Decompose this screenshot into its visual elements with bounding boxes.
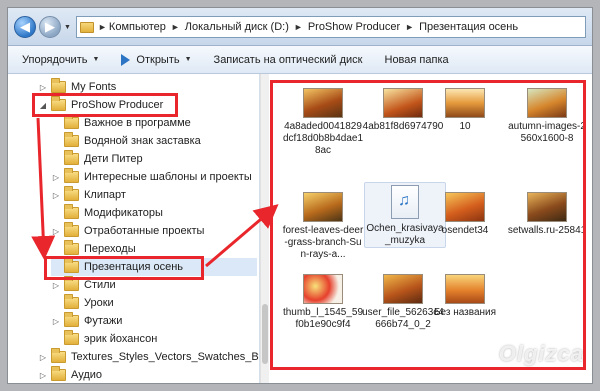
- folder-icon: [64, 168, 79, 183]
- new-folder-label: Новая папка: [384, 53, 449, 66]
- tree-item-label: Интересные шаблоны и проекты: [84, 171, 252, 183]
- breadcrumb-presentation[interactable]: Презентация осень: [419, 21, 518, 33]
- tree-item-label: Дети Питер: [84, 153, 143, 165]
- folder-icon: [64, 312, 79, 327]
- folder-icon: [64, 114, 79, 129]
- expand-icon[interactable]: ▷: [51, 281, 61, 290]
- tree-item-label: My Fonts: [71, 81, 117, 93]
- folder-icon: [64, 150, 79, 165]
- explorer-window: ◀ ▶ ▼ ► Компьютер ► Локальный диск (D:) …: [7, 7, 593, 384]
- tree-item-label: эрик йохансон: [84, 333, 158, 345]
- address-bar: ◀ ▶ ▼ ► Компьютер ► Локальный диск (D:) …: [8, 8, 592, 46]
- chevron-right-icon[interactable]: ►: [405, 22, 414, 32]
- expand-icon[interactable]: ▷: [51, 227, 61, 236]
- burn-label: Записать на оптический диск: [213, 53, 363, 66]
- folder-icon: [80, 21, 94, 33]
- tree-item-label: Стили: [84, 279, 116, 291]
- back-button[interactable]: ◀: [14, 16, 36, 38]
- tree-item-otrabotannye[interactable]: ▷ Отработанные проекты: [51, 222, 204, 240]
- chevron-right-icon[interactable]: ►: [98, 22, 107, 32]
- breadcrumb-proshow[interactable]: ProShow Producer: [308, 21, 400, 33]
- expand-icon[interactable]: ▷: [38, 83, 48, 92]
- tree-item-label: Уроки: [84, 297, 114, 309]
- folder-icon: [64, 294, 79, 309]
- expand-icon[interactable]: ▷: [51, 317, 61, 326]
- tree-item-futazhi[interactable]: ▷ Футажи: [51, 312, 122, 330]
- tree-item-textures[interactable]: ▷ Textures_Styles_Vectors_Swatches_By_Im: [38, 348, 259, 366]
- tree-item-label: Водяной знак заставка: [84, 135, 201, 147]
- chevron-right-icon[interactable]: ►: [171, 22, 180, 32]
- tree-item-uroki[interactable]: Уроки: [51, 294, 114, 312]
- tree-item-erik-yokhanson[interactable]: эрик йохансон: [51, 330, 157, 348]
- tree-item-modifikatory[interactable]: Модификаторы: [51, 204, 163, 222]
- command-bar: Упорядочить ▼ Открыть ▼ Записать на опти…: [8, 46, 592, 74]
- tree-item-label: Аудио: [71, 369, 103, 381]
- expand-icon[interactable]: ▷: [38, 371, 48, 380]
- organize-button[interactable]: Упорядочить ▼: [22, 54, 99, 66]
- breadcrumb-computer[interactable]: Компьютер: [109, 21, 166, 33]
- tree-item-label: Клипарт: [84, 189, 126, 201]
- folder-icon: [51, 348, 66, 363]
- recent-pages-dropdown[interactable]: ▼: [64, 24, 71, 31]
- play-icon: [121, 53, 131, 66]
- chevron-down-icon: ▼: [92, 56, 100, 63]
- navigation-pane: ▷ My Fonts ◢ ProShow Producer Важное в п…: [8, 74, 260, 383]
- folder-icon: [64, 276, 79, 291]
- expand-icon[interactable]: ▷: [51, 173, 61, 182]
- expand-icon[interactable]: ▷: [38, 353, 48, 362]
- highlight-presentation-folder: [44, 256, 204, 280]
- tree-item-label: Textures_Styles_Vectors_Swatches_By_Im: [71, 351, 259, 363]
- highlight-proshow-folder: [32, 93, 178, 117]
- tree-item-label: Футажи: [84, 315, 123, 327]
- tree-item-label: Отработанные проекты: [84, 225, 205, 237]
- burn-button[interactable]: Записать на оптический диск: [214, 54, 363, 66]
- navigation-scrollbar[interactable]: [260, 74, 269, 383]
- new-folder-button[interactable]: Новая папка: [385, 54, 449, 66]
- tree-item-klipart[interactable]: ▷ Клипарт: [51, 186, 126, 204]
- open-label: Открыть: [136, 53, 180, 66]
- scrollbar-thumb[interactable]: [262, 304, 268, 364]
- address-box[interactable]: ► Компьютер ► Локальный диск (D:) ► ProS…: [76, 16, 586, 38]
- chevron-right-icon[interactable]: ►: [294, 22, 303, 32]
- folder-icon: [64, 222, 79, 237]
- tree-item-interesnye-shablony[interactable]: ▷ Интересные шаблоны и проекты: [51, 168, 252, 186]
- folder-icon: [64, 240, 79, 255]
- highlight-file-list: [270, 80, 586, 370]
- tree-item-label: Важное в программе: [84, 117, 191, 129]
- breadcrumb-local-disk[interactable]: Локальный диск (D:): [185, 21, 289, 33]
- folder-icon: [64, 132, 79, 147]
- tree-item-label: Переходы: [84, 243, 136, 255]
- forward-button[interactable]: ▶: [39, 16, 61, 38]
- tree-item-vodyanoy-znak[interactable]: Водяной знак заставка: [51, 132, 201, 150]
- tree-item-deti-piter[interactable]: Дети Питер: [51, 150, 143, 168]
- chevron-down-icon: ▼: [184, 56, 192, 63]
- tree-item-audio[interactable]: ▷ Аудио: [38, 366, 103, 383]
- folder-icon: [51, 78, 66, 93]
- folder-icon: [64, 330, 79, 345]
- folder-icon: [51, 366, 66, 381]
- organize-label: Упорядочить: [22, 53, 88, 66]
- expand-icon[interactable]: ▷: [51, 191, 61, 200]
- tree-item-label: Модификаторы: [84, 207, 163, 219]
- open-button[interactable]: Открыть ▼: [121, 53, 192, 66]
- folder-icon: [64, 204, 79, 219]
- folder-icon: [64, 186, 79, 201]
